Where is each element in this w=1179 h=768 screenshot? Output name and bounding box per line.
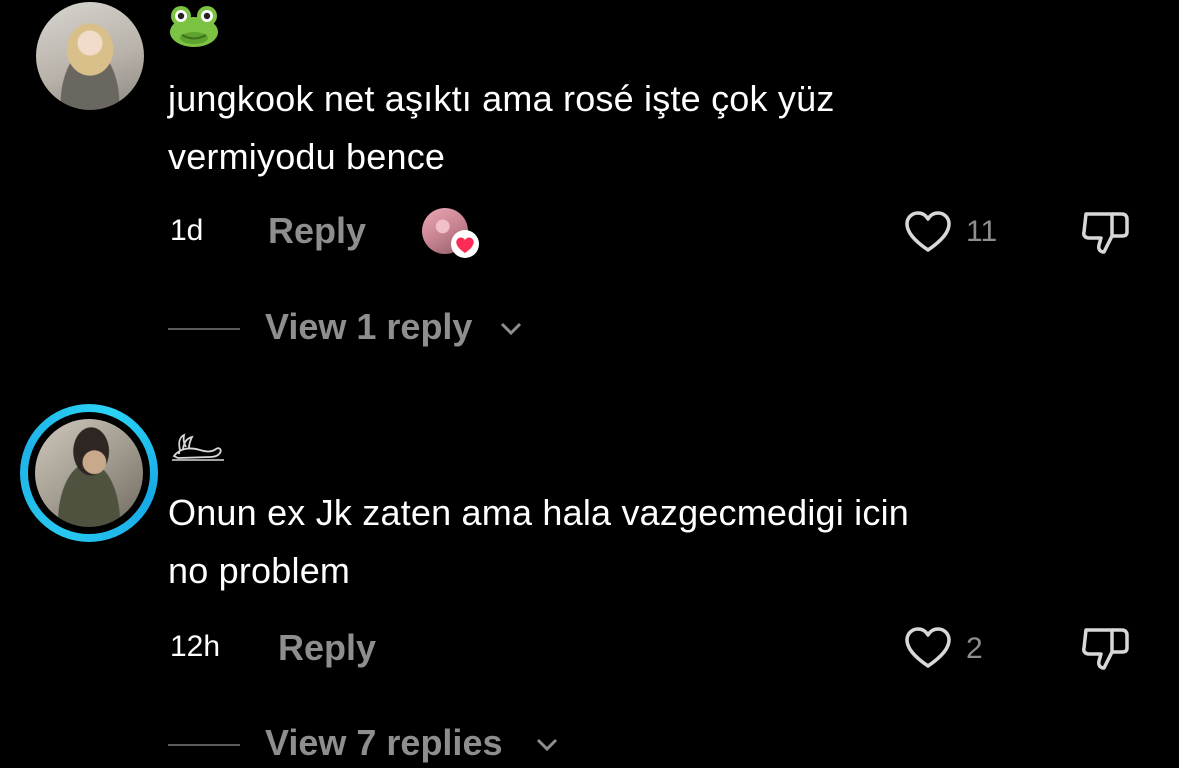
divider-line (168, 328, 240, 330)
avatar[interactable] (35, 419, 143, 527)
dislike-icon[interactable] (1078, 206, 1134, 258)
dislike-icon[interactable] (1078, 622, 1134, 674)
chevron-down-icon (536, 738, 558, 752)
hare-icon (172, 433, 224, 461)
heart-outline-icon[interactable] (902, 208, 954, 256)
creator-liked-badge (422, 206, 482, 260)
reply-button[interactable]: Reply (278, 627, 376, 669)
comment-timestamp: 1d (170, 214, 204, 247)
comment-timestamp: 12h (170, 630, 221, 663)
comment-text: jungkook net aşıktı ama rosé işte çok yü… (168, 78, 835, 177)
heart-outline-icon[interactable] (902, 624, 954, 672)
divider-line (168, 744, 240, 746)
view-replies-label[interactable]: View 1 reply (265, 306, 472, 348)
heart-filled-icon (451, 230, 479, 258)
like-count: 2 (966, 632, 983, 665)
comment-text: Onun ex Jk zaten ama hala vazgecmedigi i… (168, 492, 909, 591)
reply-button[interactable]: Reply (268, 210, 366, 252)
frog-icon (170, 6, 218, 47)
chevron-down-icon (500, 322, 522, 336)
view-replies-label[interactable]: View 7 replies (265, 722, 502, 764)
comment-item: jungkook net aşıktı ama rosé işte çok yü… (0, 0, 1179, 384)
avatar[interactable] (36, 2, 144, 110)
like-count: 11 (966, 215, 998, 248)
comment-item: Onun ex Jk zaten ama hala vazgecmedigi i… (0, 384, 1179, 768)
